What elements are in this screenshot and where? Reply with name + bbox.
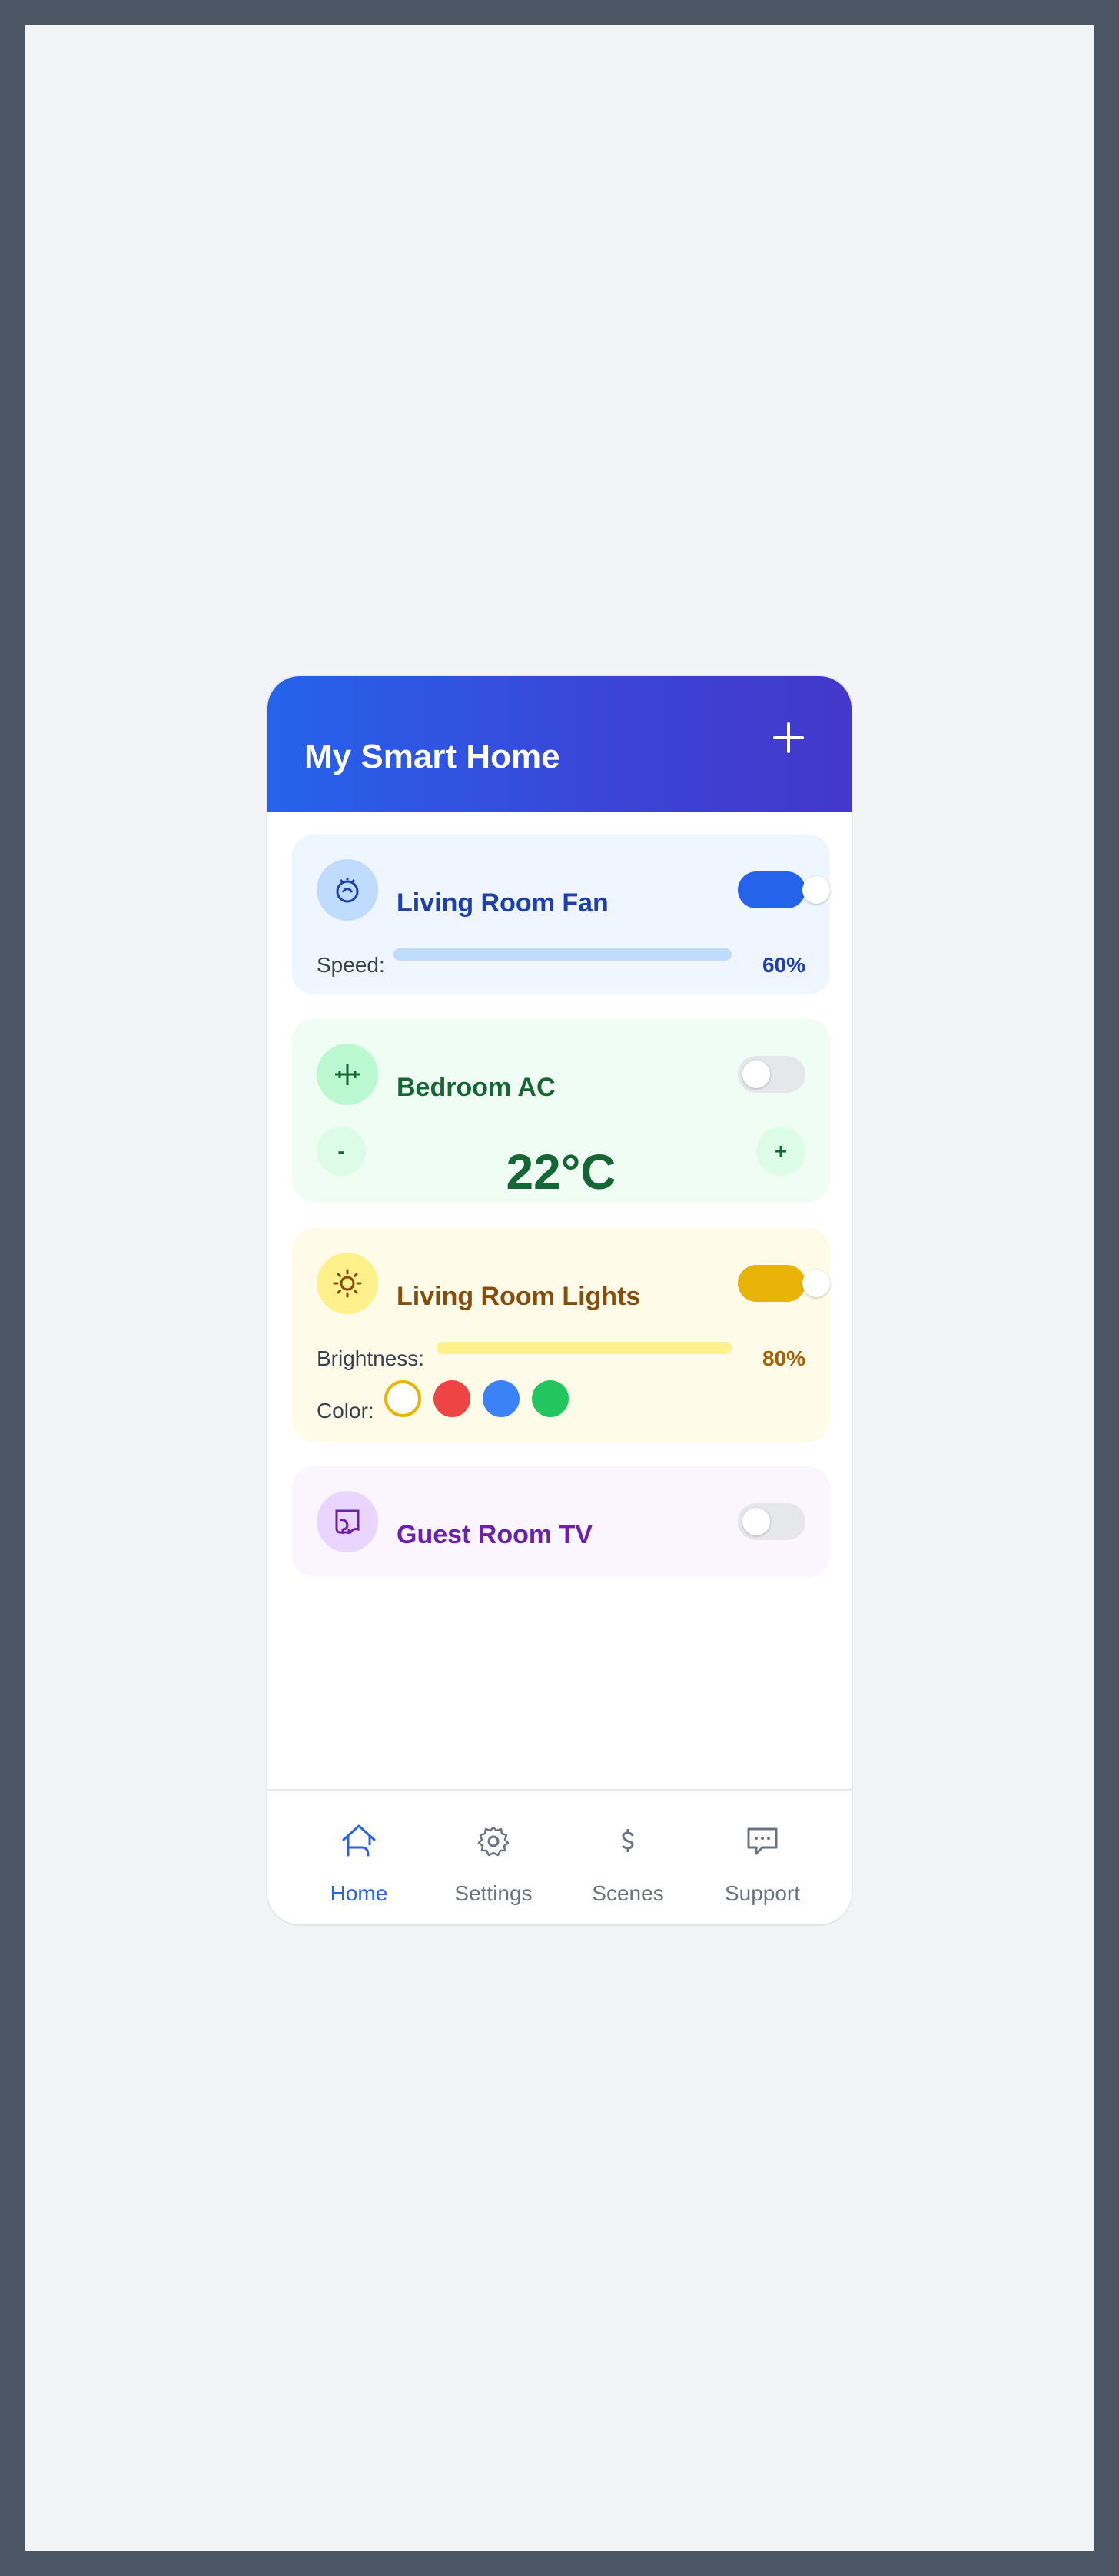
color-swatch-green[interactable] bbox=[532, 1380, 569, 1417]
temperature-display: 22°C bbox=[506, 1144, 616, 1200]
ac-icon bbox=[317, 1044, 378, 1105]
nav-item-home[interactable]: Home bbox=[294, 1791, 424, 1924]
ac-power-toggle[interactable] bbox=[738, 1056, 805, 1093]
chat-icon bbox=[747, 1827, 778, 1855]
device-card-bedroom-ac: Bedroom AC - 22°C + bbox=[292, 1019, 830, 1202]
device-name: Living Room Fan bbox=[397, 888, 609, 918]
color-swatch-blue[interactable] bbox=[483, 1380, 520, 1417]
device-name: Living Room Lights bbox=[397, 1282, 641, 1311]
brightness-label: Brightness: bbox=[317, 1346, 425, 1370]
sun-icon bbox=[317, 1253, 378, 1314]
brightness-slider[interactable] bbox=[437, 1342, 732, 1354]
device-card-living-room-fan: Living Room Fan Speed: 60% bbox=[292, 835, 830, 994]
brightness-value: 80% bbox=[762, 1346, 805, 1370]
nav-label: Home bbox=[330, 1881, 388, 1905]
gear-icon bbox=[477, 1826, 510, 1857]
toggle-knob bbox=[742, 1061, 770, 1088]
add-device-button[interactable] bbox=[770, 719, 807, 756]
bottom-navigation: Home Settings Scenes Support bbox=[267, 1789, 852, 1924]
speed-slider[interactable] bbox=[393, 948, 732, 961]
device-name: Bedroom AC bbox=[397, 1073, 556, 1102]
lights-power-toggle[interactable] bbox=[738, 1265, 830, 1302]
app-window: My Smart Home Living Room Fan Speed: 60%… bbox=[266, 675, 853, 1926]
device-name: Guest Room TV bbox=[397, 1520, 593, 1549]
nav-item-scenes[interactable]: Scenes bbox=[563, 1791, 693, 1924]
toggle-knob bbox=[742, 1508, 770, 1535]
app-header: My Smart Home bbox=[267, 676, 852, 812]
device-card-guest-room-tv: Guest Room TV bbox=[292, 1466, 830, 1577]
screen-background: My Smart Home Living Room Fan Speed: 60%… bbox=[25, 25, 1094, 2551]
nav-label: Support bbox=[724, 1881, 801, 1905]
nav-label: Scenes bbox=[592, 1881, 664, 1905]
device-card-living-room-lights: Living Room Lights Brightness: 80% Color… bbox=[292, 1228, 830, 1442]
increase-temperature-button[interactable]: + bbox=[756, 1127, 805, 1176]
tv-power-toggle[interactable] bbox=[738, 1503, 805, 1540]
color-swatch-white[interactable] bbox=[384, 1380, 421, 1417]
color-swatch-red[interactable] bbox=[433, 1380, 470, 1417]
fan-power-toggle[interactable] bbox=[738, 871, 830, 908]
toggle-knob bbox=[802, 1270, 830, 1297]
home-icon bbox=[342, 1824, 376, 1857]
fan-icon bbox=[317, 859, 378, 921]
color-label: Color: bbox=[317, 1399, 374, 1422]
speed-label: Speed: bbox=[317, 953, 385, 977]
toggle-knob bbox=[802, 876, 830, 904]
brightness-slider-fill bbox=[437, 1342, 673, 1354]
speed-value: 60% bbox=[762, 953, 805, 977]
dollar-icon bbox=[622, 1829, 634, 1852]
page-title: My Smart Home bbox=[304, 738, 560, 775]
nav-item-support[interactable]: Support bbox=[697, 1791, 828, 1924]
nav-label: Settings bbox=[454, 1881, 533, 1905]
speed-slider-fill bbox=[393, 948, 596, 961]
nav-item-settings[interactable]: Settings bbox=[428, 1791, 559, 1924]
tv-icon bbox=[317, 1491, 378, 1552]
